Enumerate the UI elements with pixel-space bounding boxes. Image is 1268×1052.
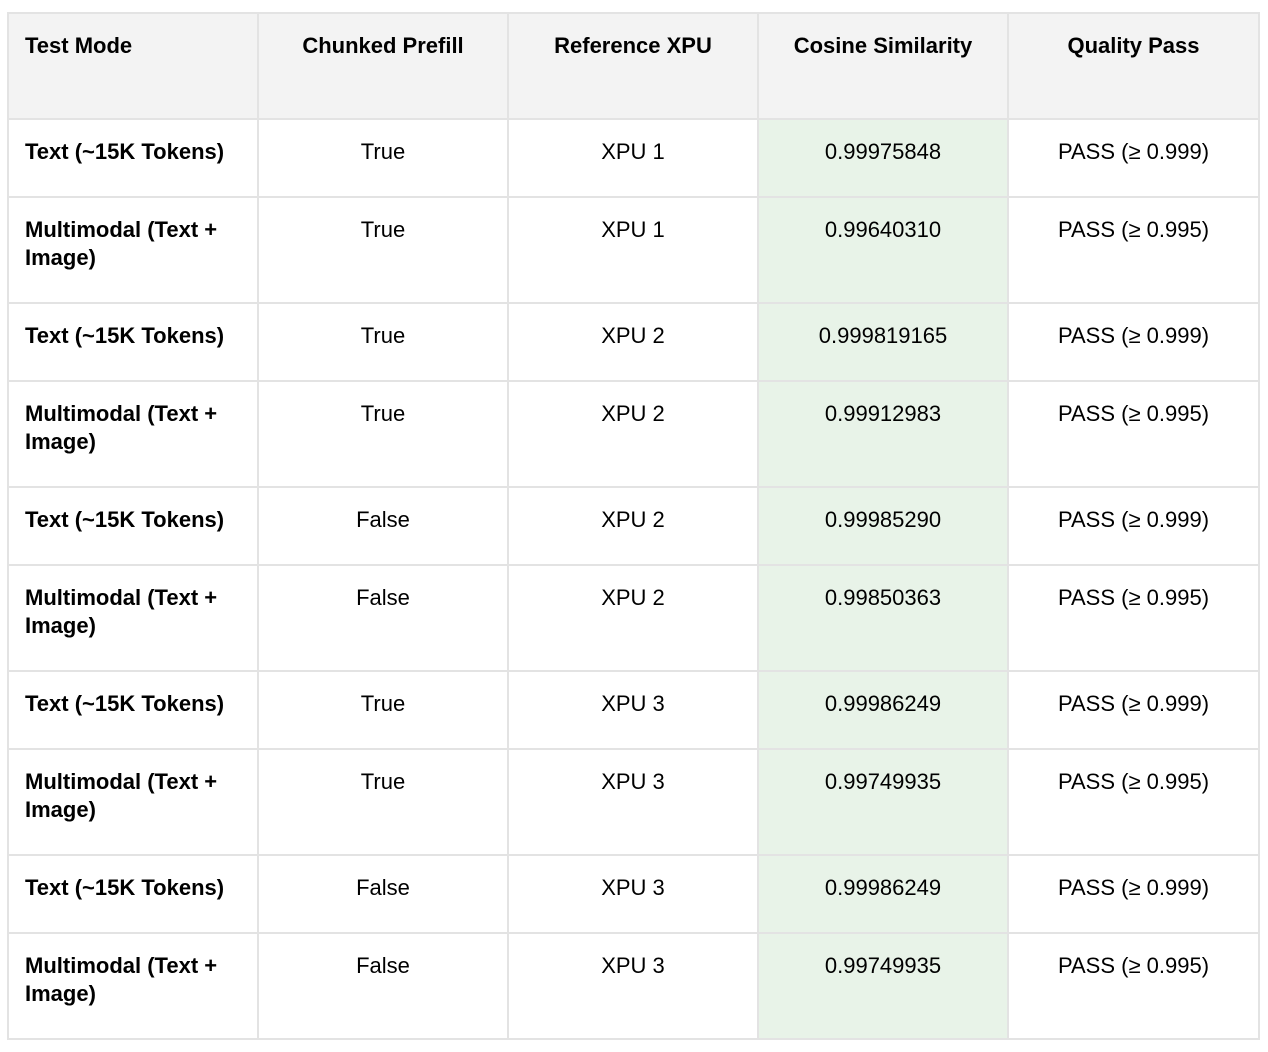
cell-chunked-prefill: False — [257, 486, 509, 566]
table-row: Multimodal (Text + Image) True XPU 1 0.9… — [7, 196, 1260, 304]
header-reference-xpu: Reference XPU — [507, 12, 759, 120]
cell-cosine-similarity: 0.99749935 — [757, 748, 1009, 856]
table-header: Test Mode Chunked Prefill Reference XPU … — [7, 12, 1260, 120]
table-row: Multimodal (Text + Image) True XPU 3 0.9… — [7, 748, 1260, 856]
table-row: Text (~15K Tokens) False XPU 2 0.9998529… — [7, 486, 1260, 566]
cell-quality-pass: PASS (≥ 0.999) — [1007, 670, 1260, 750]
cell-test-mode: Text (~15K Tokens) — [7, 670, 259, 750]
cell-reference-xpu: XPU 3 — [507, 932, 759, 1040]
cell-reference-xpu: XPU 3 — [507, 854, 759, 934]
cell-chunked-prefill: True — [257, 670, 509, 750]
cell-chunked-prefill: True — [257, 196, 509, 304]
cell-reference-xpu: XPU 2 — [507, 380, 759, 488]
cell-chunked-prefill: True — [257, 302, 509, 382]
cell-chunked-prefill: False — [257, 854, 509, 934]
cell-cosine-similarity: 0.99912983 — [757, 380, 1009, 488]
cell-quality-pass: PASS (≥ 0.999) — [1007, 302, 1260, 382]
cell-quality-pass: PASS (≥ 0.995) — [1007, 564, 1260, 672]
cell-quality-pass: PASS (≥ 0.995) — [1007, 748, 1260, 856]
cell-reference-xpu: XPU 2 — [507, 564, 759, 672]
cell-test-mode: Multimodal (Text + Image) — [7, 564, 259, 672]
cell-reference-xpu: XPU 3 — [507, 670, 759, 750]
cell-cosine-similarity: 0.99850363 — [757, 564, 1009, 672]
header-quality-pass: Quality Pass — [1007, 12, 1260, 120]
table-row: Multimodal (Text + Image) False XPU 3 0.… — [7, 932, 1260, 1040]
cell-cosine-similarity: 0.999819165 — [757, 302, 1009, 382]
cell-cosine-similarity: 0.99640310 — [757, 196, 1009, 304]
cell-reference-xpu: XPU 2 — [507, 302, 759, 382]
cell-reference-xpu: XPU 3 — [507, 748, 759, 856]
cell-test-mode: Multimodal (Text + Image) — [7, 196, 259, 304]
cell-reference-xpu: XPU 1 — [507, 196, 759, 304]
cell-test-mode: Text (~15K Tokens) — [7, 854, 259, 934]
cell-cosine-similarity: 0.99749935 — [757, 932, 1009, 1040]
cell-reference-xpu: XPU 1 — [507, 118, 759, 198]
cell-chunked-prefill: True — [257, 118, 509, 198]
cell-quality-pass: PASS (≥ 0.995) — [1007, 196, 1260, 304]
header-row: Test Mode Chunked Prefill Reference XPU … — [7, 12, 1260, 120]
table-row: Text (~15K Tokens) True XPU 2 0.99981916… — [7, 302, 1260, 382]
table-body: Text (~15K Tokens) True XPU 1 0.99975848… — [7, 118, 1260, 1040]
cell-cosine-similarity: 0.99986249 — [757, 670, 1009, 750]
cell-test-mode: Text (~15K Tokens) — [7, 302, 259, 382]
table-row: Text (~15K Tokens) True XPU 3 0.99986249… — [7, 670, 1260, 750]
table-row: Text (~15K Tokens) True XPU 1 0.99975848… — [7, 118, 1260, 198]
cell-chunked-prefill: True — [257, 380, 509, 488]
table-row: Multimodal (Text + Image) True XPU 2 0.9… — [7, 380, 1260, 488]
cell-test-mode: Multimodal (Text + Image) — [7, 748, 259, 856]
cell-reference-xpu: XPU 2 — [507, 486, 759, 566]
results-table-container: Test Mode Chunked Prefill Reference XPU … — [7, 12, 1260, 1040]
cell-cosine-similarity: 0.99985290 — [757, 486, 1009, 566]
header-chunked-prefill: Chunked Prefill — [257, 12, 509, 120]
header-test-mode: Test Mode — [7, 12, 259, 120]
cell-quality-pass: PASS (≥ 0.999) — [1007, 118, 1260, 198]
cell-cosine-similarity: 0.99986249 — [757, 854, 1009, 934]
cell-chunked-prefill: True — [257, 748, 509, 856]
cell-cosine-similarity: 0.99975848 — [757, 118, 1009, 198]
results-table: Test Mode Chunked Prefill Reference XPU … — [7, 12, 1260, 1040]
cell-test-mode: Multimodal (Text + Image) — [7, 380, 259, 488]
cell-test-mode: Multimodal (Text + Image) — [7, 932, 259, 1040]
cell-chunked-prefill: False — [257, 932, 509, 1040]
cell-quality-pass: PASS (≥ 0.995) — [1007, 932, 1260, 1040]
cell-test-mode: Text (~15K Tokens) — [7, 486, 259, 566]
table-row: Multimodal (Text + Image) False XPU 2 0.… — [7, 564, 1260, 672]
table-row: Text (~15K Tokens) False XPU 3 0.9998624… — [7, 854, 1260, 934]
cell-test-mode: Text (~15K Tokens) — [7, 118, 259, 198]
cell-quality-pass: PASS (≥ 0.999) — [1007, 854, 1260, 934]
cell-chunked-prefill: False — [257, 564, 509, 672]
cell-quality-pass: PASS (≥ 0.999) — [1007, 486, 1260, 566]
cell-quality-pass: PASS (≥ 0.995) — [1007, 380, 1260, 488]
header-cosine-similarity: Cosine Similarity — [757, 12, 1009, 120]
